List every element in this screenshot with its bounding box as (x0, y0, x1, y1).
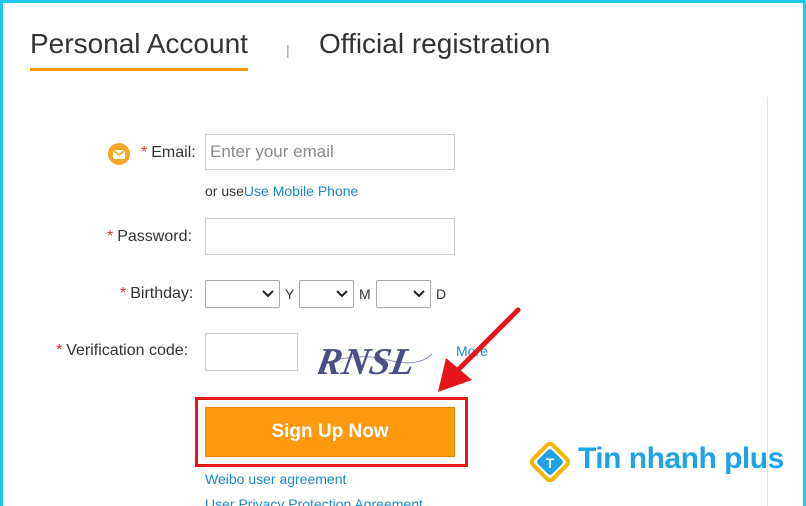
birthday-label: * Birthday: (120, 285, 193, 303)
privacy-protection-agreement-link[interactable]: User Privacy Protection Agreement (205, 496, 423, 506)
weibo-user-agreement-link[interactable]: Weibo user agreement (205, 471, 346, 487)
birthday-year-select[interactable] (205, 280, 280, 308)
required-star: * (141, 144, 148, 161)
mail-icon (108, 143, 130, 165)
birthday-day-select[interactable] (376, 280, 431, 308)
red-arrow-annotation (438, 307, 521, 392)
email-input[interactable] (205, 134, 455, 170)
tab-personal-account[interactable]: Personal Account (30, 28, 248, 71)
chevron-down-icon (413, 290, 425, 298)
password-input[interactable] (205, 218, 455, 255)
verification-label-text: Verification code: (66, 342, 189, 359)
required-star: * (56, 342, 63, 359)
chevron-down-icon (262, 290, 274, 298)
sign-up-now-button[interactable]: Sign Up Now (205, 407, 455, 457)
tab-separator: | (286, 42, 290, 58)
year-unit: Y (285, 286, 295, 302)
alt-prefix: or use (205, 183, 244, 199)
required-star: * (107, 228, 114, 245)
alt-signup-hint: or useUse Mobile Phone (205, 183, 358, 199)
email-label-text: Email: (151, 144, 196, 161)
email-label: * Email: (141, 144, 196, 162)
password-label: * Password: (107, 228, 192, 246)
use-mobile-phone-link[interactable]: Use Mobile Phone (244, 183, 358, 199)
captcha-text: RNSL (318, 341, 418, 383)
birthday-month-select[interactable] (299, 280, 354, 308)
month-unit: M (359, 286, 371, 302)
tin-nhanh-logo-icon: T (529, 441, 571, 483)
chevron-down-icon (336, 290, 348, 298)
password-label-text: Password: (117, 228, 192, 245)
tab-official-registration[interactable]: Official registration (319, 28, 550, 60)
verification-code-input[interactable] (205, 333, 298, 371)
required-star: * (120, 285, 127, 302)
svg-text:T: T (546, 455, 555, 471)
verification-label: * Verification code: (56, 342, 188, 360)
birthday-label-text: Birthday: (130, 285, 194, 302)
watermark-text: Tin nhanh plus (578, 442, 784, 475)
captcha-image[interactable]: RNSL (318, 334, 434, 386)
